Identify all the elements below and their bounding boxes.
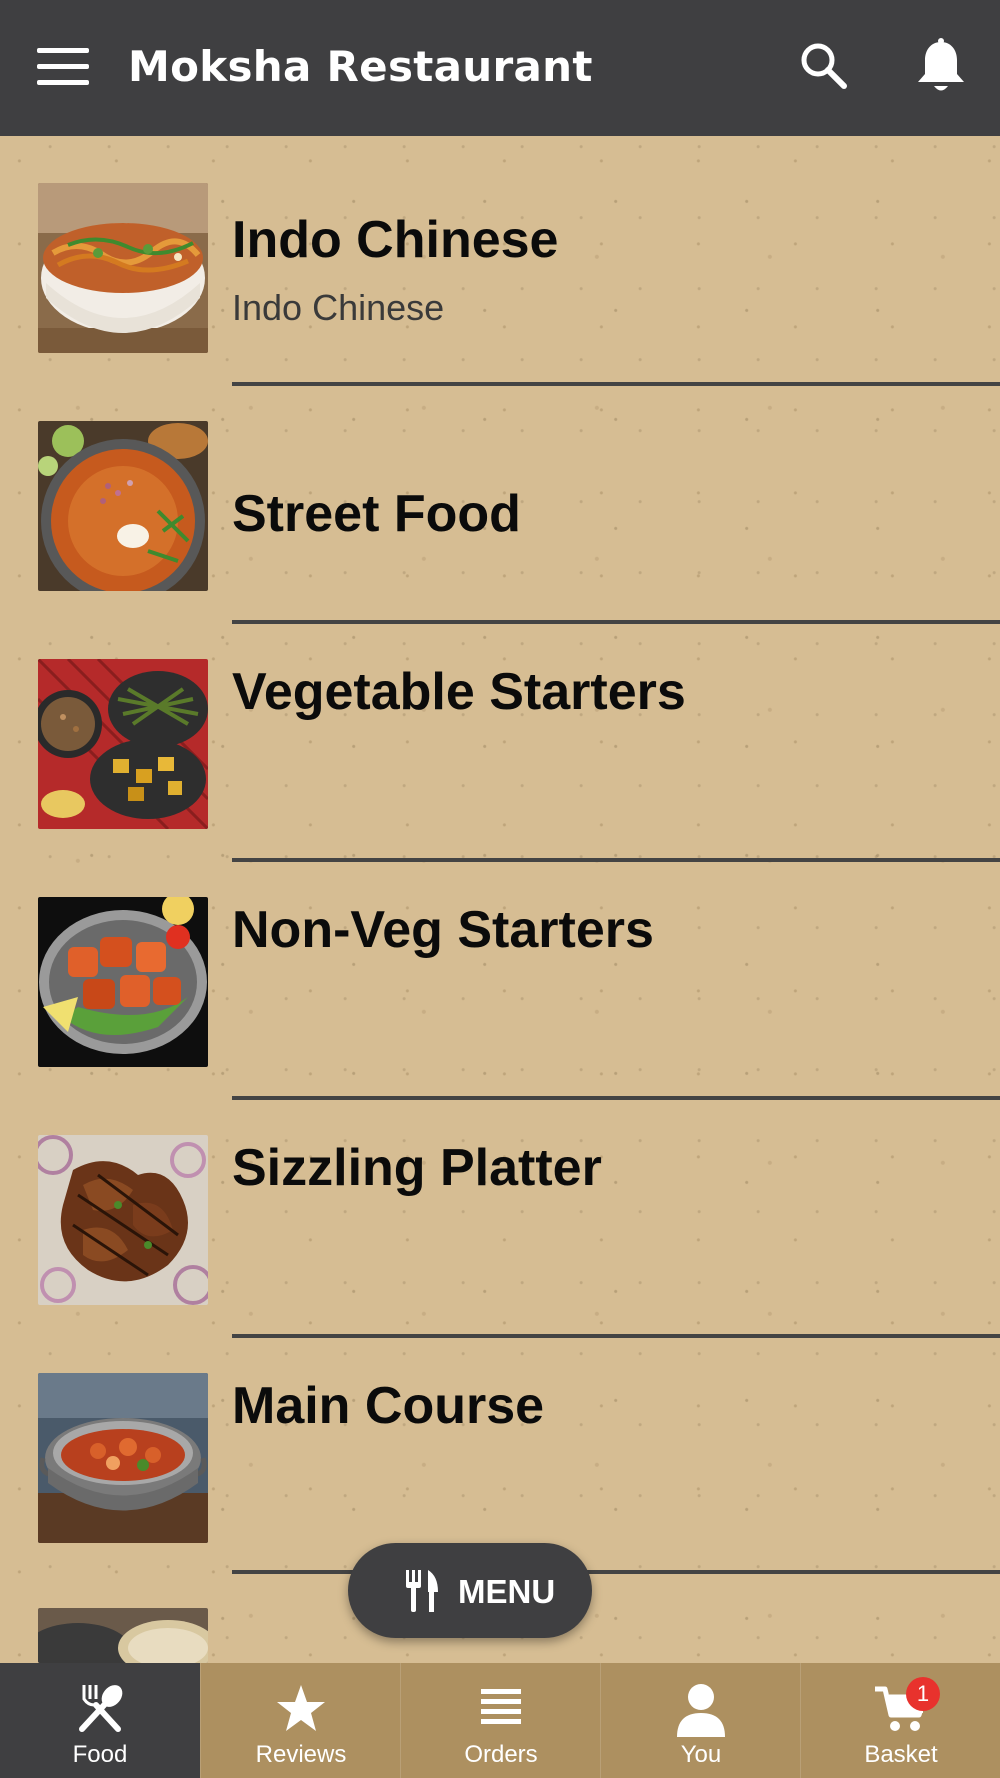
app-bar: Moksha Restaurant (0, 0, 1000, 136)
category-item-street-food[interactable]: Street Food (0, 374, 1000, 624)
category-image-pav-bhaji (38, 421, 208, 591)
nav-item-basket[interactable]: 1 Basket (800, 1663, 1000, 1778)
user-icon (673, 1681, 729, 1737)
category-title: Vegetable Starters (232, 663, 686, 721)
category-image-partial-dish (38, 1608, 208, 1663)
menu-button[interactable]: MENU (348, 1543, 592, 1638)
search-icon[interactable] (798, 40, 850, 92)
category-title: Indo Chinese (232, 211, 559, 269)
category-image-kadai-curry (38, 1373, 208, 1543)
app-title: Moksha Restaurant (128, 42, 593, 91)
nav-item-orders[interactable]: Orders (400, 1663, 600, 1778)
menu-button-label: MENU (458, 1573, 556, 1610)
category-image-tandoori-platter (38, 897, 208, 1067)
nav-label: You (680, 1741, 722, 1768)
nav-label: Food (72, 1741, 128, 1768)
spoon-fork-icon (72, 1681, 128, 1737)
list-icon (473, 1681, 529, 1737)
hamburger-icon[interactable] (37, 48, 89, 86)
category-item-indo-chinese[interactable]: Indo Chinese Indo Chinese (0, 136, 1000, 386)
bottom-nav: Food Reviews Orders You 1 Basket (0, 1663, 1000, 1778)
nav-item-you[interactable]: You (600, 1663, 800, 1778)
nav-label: Orders (464, 1741, 538, 1768)
category-image-grilled-chicken (38, 1135, 208, 1305)
category-image-noodles-bowl (38, 183, 208, 353)
nav-label: Basket (864, 1741, 938, 1768)
category-title: Sizzling Platter (232, 1139, 602, 1197)
category-item-non-veg-starters[interactable]: Non-Veg Starters (0, 850, 1000, 1100)
category-item-sizzling-platter[interactable]: Sizzling Platter (0, 1088, 1000, 1338)
category-subtitle: Indo Chinese (232, 287, 445, 328)
category-item-vegetable-starters[interactable]: Vegetable Starters (0, 612, 1000, 862)
category-image-veg-platter (38, 659, 208, 829)
category-title: Main Course (232, 1377, 545, 1435)
category-title: Street Food (232, 485, 521, 543)
fork-knife-icon (404, 1570, 440, 1612)
star-icon (273, 1681, 329, 1737)
nav-label: Reviews (255, 1741, 347, 1768)
category-item-main-course[interactable]: Main Course (0, 1326, 1000, 1574)
category-list: Indo Chinese Indo Chinese Street Food Ve… (0, 136, 1000, 1663)
bell-icon[interactable] (913, 38, 969, 96)
nav-item-reviews[interactable]: Reviews (200, 1663, 400, 1778)
category-title: Non-Veg Starters (232, 901, 654, 959)
nav-item-food[interactable]: Food (0, 1663, 200, 1778)
basket-badge: 1 (906, 1677, 940, 1711)
